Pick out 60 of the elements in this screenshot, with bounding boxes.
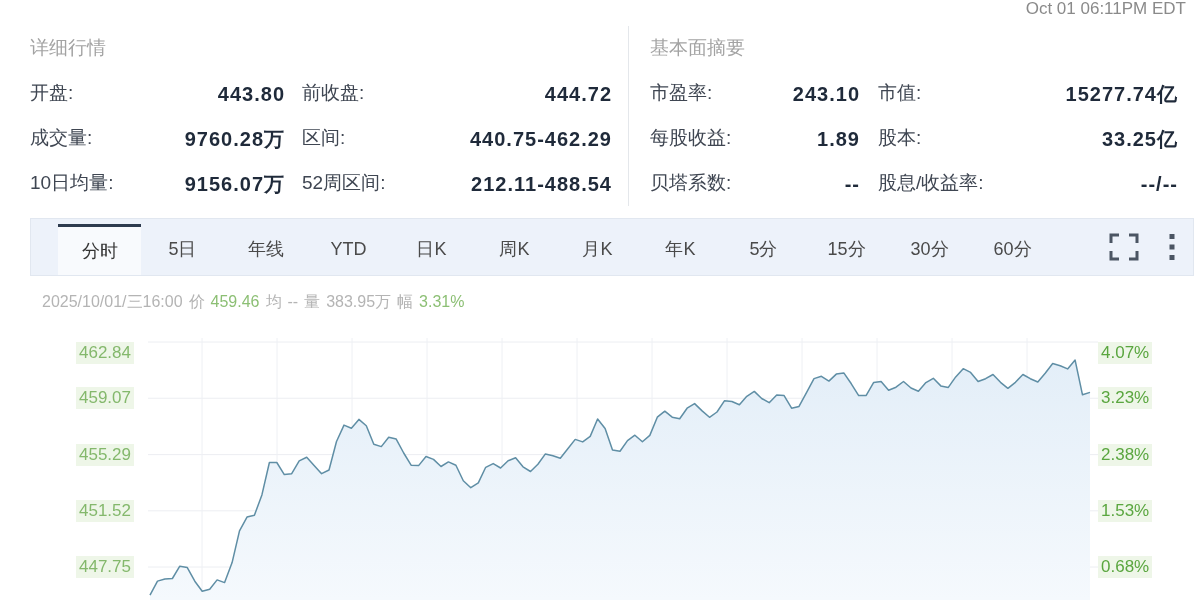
field-value: 212.11-488.54: [471, 171, 612, 197]
period-tab[interactable]: 5分: [722, 224, 805, 275]
percent-axis-label: 1.53%: [1098, 499, 1153, 522]
field-label: 10日均量:: [30, 171, 114, 196]
price-axis-label: 455.29: [76, 443, 134, 466]
info-label: 均: [265, 292, 282, 312]
field-value: 9156.07万: [184, 171, 285, 197]
percent-axis-label: 3.23%: [1098, 387, 1153, 410]
info-value: 383.95万: [326, 292, 392, 312]
price-axis-label: 451.52: [76, 499, 134, 522]
percent-axis-label: 0.68%: [1098, 556, 1153, 579]
period-tab[interactable]: 60分: [971, 224, 1054, 275]
section-title: 详细行情: [30, 36, 106, 61]
field-label: 股息/收益率:: [878, 171, 984, 196]
period-tab[interactable]: 日K: [390, 224, 473, 275]
timestamp-text: Oct 01 06:11PM EDT: [1025, 0, 1186, 18]
price-axis-label: 447.75: [76, 556, 134, 579]
percent-axis-label: 4.07%: [1098, 342, 1153, 364]
more-options-icon[interactable]: [1169, 233, 1175, 261]
field-value: --/--: [1140, 171, 1178, 197]
period-tab[interactable]: YTD: [307, 224, 390, 275]
info-value: 3.31%: [419, 292, 465, 312]
period-tab[interactable]: 年K: [639, 224, 722, 275]
field-value: 243.10: [792, 81, 860, 107]
fullscreen-icon[interactable]: [1109, 233, 1139, 261]
field-value: 1.89: [817, 126, 860, 152]
field-label: 市值:: [878, 81, 922, 106]
field-value: 15277.74亿: [1065, 81, 1178, 107]
percent-axis-label: 2.38%: [1098, 443, 1153, 466]
period-tab[interactable]: 15分: [805, 224, 888, 275]
field-label: 52周区间:: [302, 171, 386, 196]
period-tab[interactable]: 周K: [473, 224, 556, 275]
period-tab[interactable]: 年线: [224, 224, 307, 275]
field-label: 股本:: [878, 126, 922, 151]
field-label: 成交量:: [30, 126, 93, 151]
period-tab[interactable]: 月K: [556, 224, 639, 275]
field-label: 每股收益:: [650, 126, 732, 151]
info-value: 459.46: [210, 292, 260, 312]
field-value: --: [844, 171, 860, 197]
info-label: 量: [304, 292, 321, 312]
period-tab[interactable]: 5日: [141, 224, 224, 275]
field-label: 前收盘:: [302, 81, 365, 106]
period-tab[interactable]: 分时: [58, 224, 141, 275]
section-title: 基本面摘要: [650, 36, 745, 61]
info-label: 幅: [397, 292, 414, 312]
field-label: 区间:: [302, 126, 346, 151]
field-label: 市盈率:: [650, 81, 713, 106]
field-label: 贝塔系数:: [650, 171, 732, 196]
field-label: 开盘:: [30, 81, 74, 106]
price-axis-label: 459.07: [76, 387, 134, 410]
field-value: 33.25亿: [1101, 126, 1178, 152]
period-tab[interactable]: 30分: [888, 224, 971, 275]
field-value: 444.72: [544, 81, 612, 107]
price-axis-label: 462.84: [76, 342, 134, 364]
info-label: 价: [188, 292, 205, 312]
field-value: 9760.28万: [184, 126, 285, 152]
field-value: 440.75-462.29: [470, 126, 612, 152]
date-time-text: 2025/10/01/三16:00: [42, 292, 183, 312]
info-value: --: [287, 292, 299, 312]
field-value: 443.80: [217, 81, 285, 107]
